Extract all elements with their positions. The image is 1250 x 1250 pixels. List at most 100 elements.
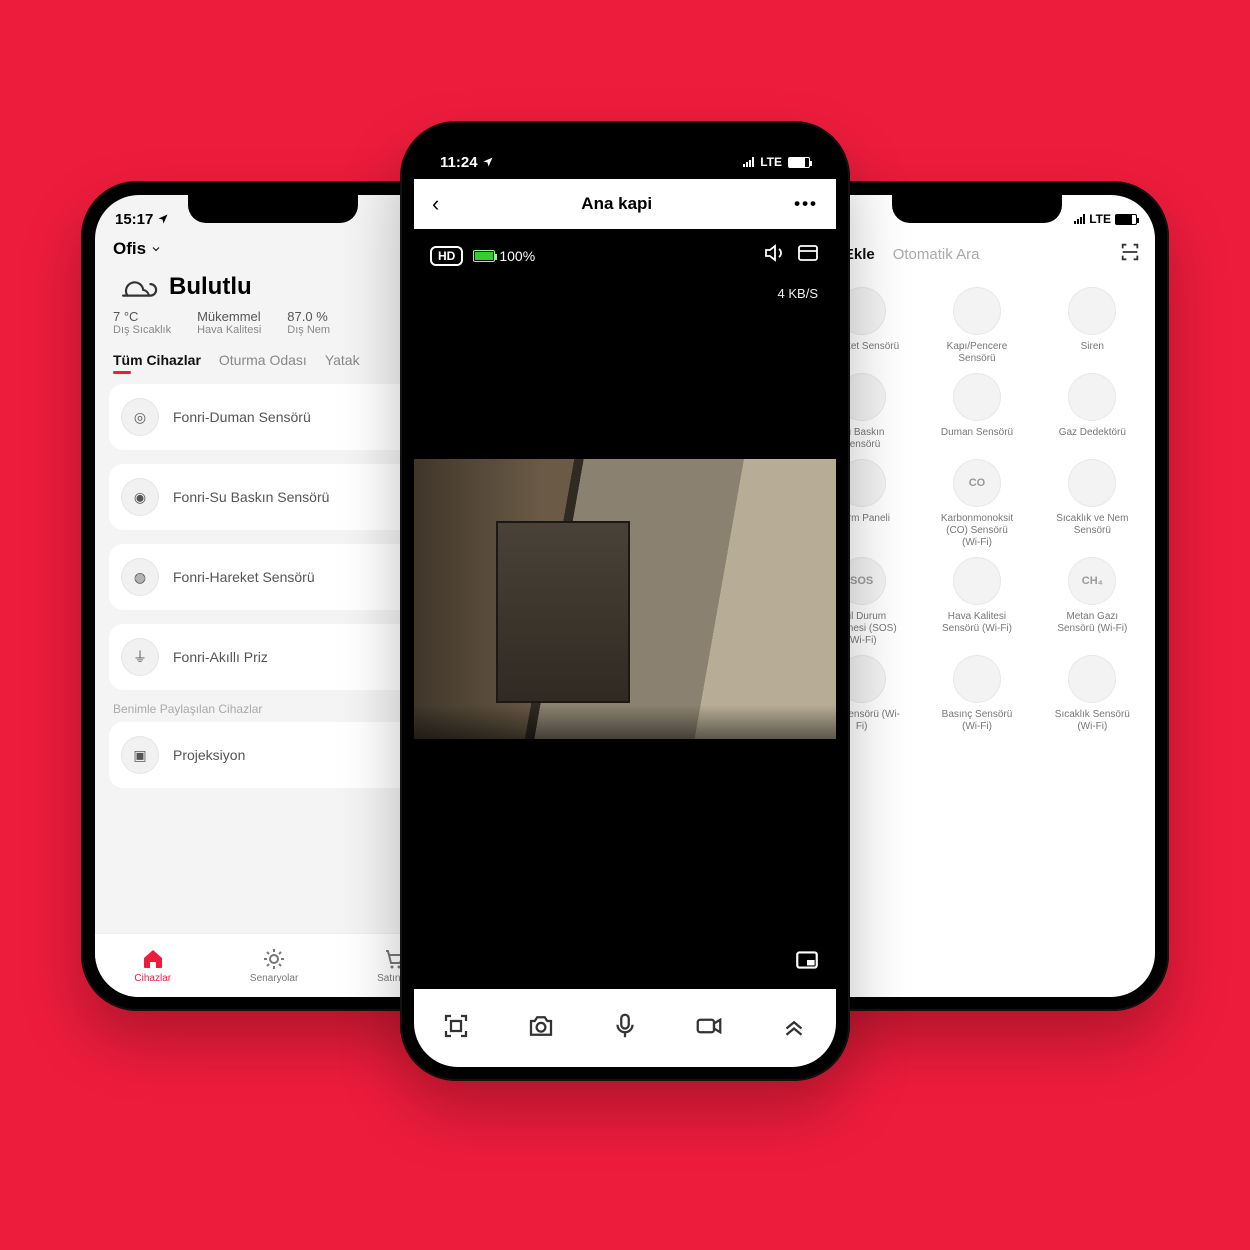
room-tab-living[interactable]: Oturma Odası bbox=[219, 352, 307, 368]
phone-center: 11:24 LTE ‹ Ana kapi ••• HD bbox=[400, 121, 850, 1081]
device-card[interactable]: ◎ Fonri-Duman Sensörü bbox=[109, 384, 437, 450]
location-dropdown[interactable]: Ofis bbox=[95, 235, 451, 263]
device-card[interactable]: ▣ Projeksiyon bbox=[109, 722, 437, 788]
tab-auto-search[interactable]: Otomatik Ara bbox=[893, 246, 980, 263]
fullscreen-button[interactable] bbox=[796, 241, 820, 270]
battery-icon bbox=[1115, 214, 1137, 225]
camera-title: Ana kapi bbox=[581, 194, 652, 214]
status-time: 11:24 bbox=[440, 154, 478, 171]
phone-notch bbox=[188, 195, 358, 223]
back-button[interactable]: ‹ bbox=[432, 191, 439, 217]
location-name: Ofis bbox=[113, 239, 146, 259]
talk-button[interactable] bbox=[610, 1011, 640, 1046]
smart-plug-icon: ⏚ bbox=[121, 638, 159, 676]
shared-devices-header: Benimle Paylaşılan Cihazlar bbox=[95, 700, 451, 718]
room-tab-bed[interactable]: Yatak bbox=[325, 352, 360, 368]
cloud-icon bbox=[113, 271, 159, 303]
record-button[interactable] bbox=[694, 1011, 724, 1046]
network-label: LTE bbox=[760, 155, 782, 169]
camera-feed[interactable] bbox=[414, 459, 836, 739]
room-tabs: Tüm Cihazlar Oturma Odası Yatak bbox=[95, 346, 451, 374]
device-type-cell[interactable]: CH₄ Metan Gazı Sensörü (Wi-Fi) bbox=[1038, 557, 1147, 647]
more-button[interactable]: ••• bbox=[794, 194, 818, 214]
device-type-icon: CO bbox=[953, 459, 1001, 507]
metric-air: Mükemmel bbox=[197, 309, 261, 324]
device-type-label: Karbonmonoksit (CO) Sensörü (Wi-Fi) bbox=[937, 513, 1017, 549]
phone-notch bbox=[892, 195, 1062, 223]
device-name: Fonri-Su Baskın Sensörü bbox=[173, 489, 329, 505]
hd-toggle[interactable]: HD bbox=[430, 246, 463, 266]
device-type-label: Gaz Dedektörü bbox=[1059, 427, 1126, 439]
device-type-icon bbox=[1068, 287, 1116, 335]
speaker-icon bbox=[762, 241, 786, 265]
add-device-tabs: Elle Ekle Otomatik Ara bbox=[799, 235, 1155, 273]
device-type-cell[interactable]: Basınç Sensörü (Wi-Fi) bbox=[922, 655, 1031, 733]
bottom-nav: Cihazlar Senaryolar Satın Al bbox=[95, 933, 451, 997]
device-type-cell[interactable]: Sıcaklık ve Nem Sensörü bbox=[1038, 459, 1147, 549]
chevron-down-icon bbox=[150, 243, 162, 255]
device-type-cell[interactable]: Siren bbox=[1038, 287, 1147, 365]
device-type-label: Kapı/Pencere Sensörü bbox=[937, 341, 1017, 365]
device-name: Projeksiyon bbox=[173, 747, 245, 763]
nav-scenarios[interactable]: Senaryolar bbox=[250, 947, 298, 984]
signal-icon bbox=[1074, 214, 1085, 224]
video-top-bar: HD 100% bbox=[414, 229, 836, 282]
pip-icon bbox=[794, 947, 820, 973]
device-name: Fonri-Hareket Sensörü bbox=[173, 569, 315, 585]
device-type-cell[interactable]: Gaz Dedektörü bbox=[1038, 373, 1147, 451]
device-type-label: Siren bbox=[1081, 341, 1104, 353]
camera-icon bbox=[526, 1011, 556, 1041]
battery-percent: 100% bbox=[499, 248, 535, 264]
frame-icon bbox=[441, 1011, 471, 1041]
chevron-up-double-icon bbox=[779, 1011, 809, 1041]
photo-button[interactable] bbox=[526, 1011, 556, 1046]
motion-sensor-icon: ◍ bbox=[121, 558, 159, 596]
device-card[interactable]: ◉ Fonri-Su Baskın Sensörü bbox=[109, 464, 437, 530]
device-type-icon bbox=[1068, 373, 1116, 421]
device-type-icon bbox=[953, 287, 1001, 335]
location-arrow-icon bbox=[157, 213, 169, 225]
device-type-cell[interactable]: Hava Kalitesi Sensörü (Wi-Fi) bbox=[922, 557, 1031, 647]
scan-button[interactable] bbox=[1119, 241, 1141, 267]
video-area: HD 100% 4 KB/S bbox=[414, 229, 836, 989]
weather-description: Bulutlu bbox=[169, 273, 252, 301]
screenshot-button[interactable] bbox=[441, 1011, 471, 1046]
device-card[interactable]: ◍ Fonri-Hareket Sensörü bbox=[109, 544, 437, 610]
device-type-cell[interactable]: Sıcaklık Sensörü (Wi-Fi) bbox=[1038, 655, 1147, 733]
pip-button[interactable] bbox=[794, 947, 820, 973]
device-type-icon: CH₄ bbox=[1068, 557, 1116, 605]
device-type-cell[interactable]: Kapı/Pencere Sensörü bbox=[922, 287, 1031, 365]
bitrate-label: 4 KB/S bbox=[414, 282, 836, 305]
device-type-label: Sıcaklık ve Nem Sensörü bbox=[1052, 513, 1132, 537]
weather-row: Bulutlu bbox=[95, 263, 451, 307]
network-label: LTE bbox=[1089, 212, 1111, 226]
device-type-label: Hava Kalitesi Sensörü (Wi-Fi) bbox=[937, 611, 1017, 635]
device-type-cell[interactable]: Duman Sensörü bbox=[922, 373, 1031, 451]
camera-controls bbox=[414, 989, 836, 1067]
device-list: ◎ Fonri-Duman Sensörü ◉ Fonri-Su Baskın … bbox=[95, 374, 451, 700]
camera-header: ‹ Ana kapi ••• bbox=[414, 179, 836, 229]
device-card[interactable]: ⏚ Fonri-Akıllı Priz bbox=[109, 624, 437, 690]
projector-icon: ▣ bbox=[121, 736, 159, 774]
microphone-icon bbox=[610, 1011, 640, 1041]
home-icon bbox=[141, 947, 165, 971]
location-arrow-icon bbox=[482, 156, 494, 168]
scan-icon bbox=[1119, 241, 1141, 263]
room-tab-all[interactable]: Tüm Cihazlar bbox=[113, 352, 201, 368]
nav-devices[interactable]: Cihazlar bbox=[134, 947, 171, 984]
speaker-button[interactable] bbox=[762, 241, 786, 270]
status-time: 15:17 bbox=[115, 211, 153, 228]
device-type-label: Sıcaklık Sensörü (Wi-Fi) bbox=[1052, 709, 1132, 733]
device-type-icon bbox=[953, 557, 1001, 605]
device-type-icon bbox=[953, 655, 1001, 703]
device-type-icon bbox=[1068, 459, 1116, 507]
device-type-label: Basınç Sensörü (Wi-Fi) bbox=[937, 709, 1017, 733]
device-type-label: Metan Gazı Sensörü (Wi-Fi) bbox=[1052, 611, 1132, 635]
device-type-cell[interactable]: CO Karbonmonoksit (CO) Sensörü (Wi-Fi) bbox=[922, 459, 1031, 549]
expand-button[interactable] bbox=[779, 1011, 809, 1046]
device-name: Fonri-Duman Sensörü bbox=[173, 409, 311, 425]
device-type-icon bbox=[953, 373, 1001, 421]
device-type-icon bbox=[1068, 655, 1116, 703]
gear-icon bbox=[262, 947, 286, 971]
camera-battery: 100% bbox=[473, 248, 535, 264]
